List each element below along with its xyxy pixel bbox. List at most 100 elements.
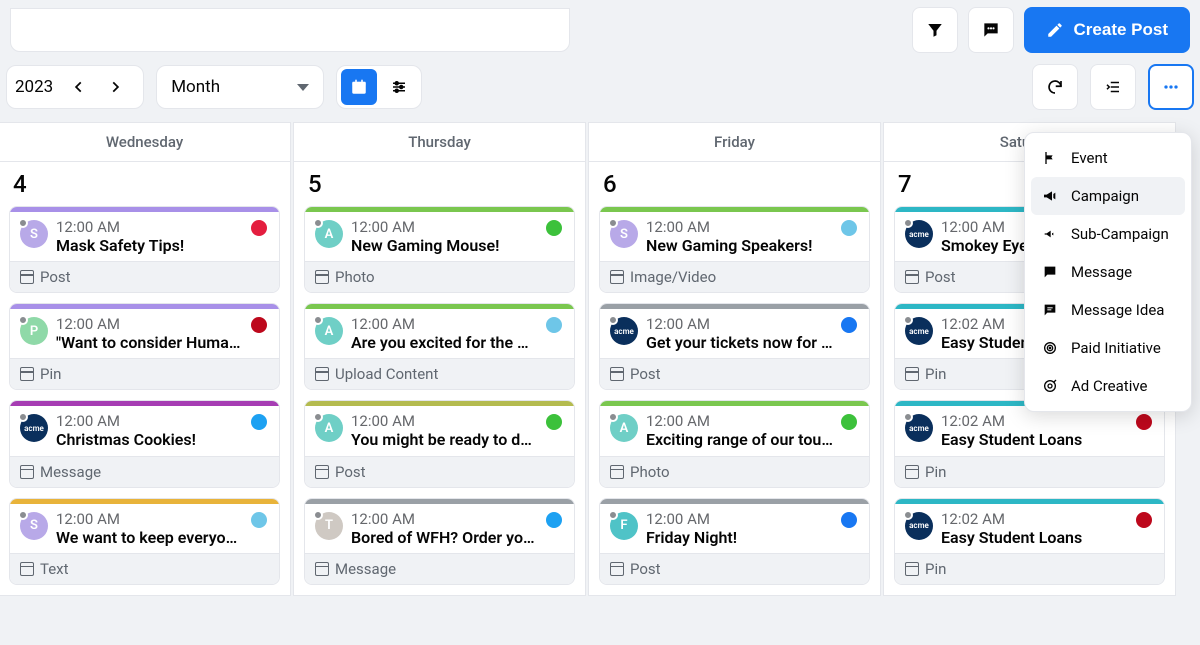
card-title: Easy Student Loans <box>941 528 1128 547</box>
day-column: Thursday5A12:00 AMNew Gaming Mouse!Photo… <box>293 122 586 596</box>
card-footer-label: Post <box>925 268 956 286</box>
card-footer-label: Photo <box>335 268 375 286</box>
status-dot <box>903 315 913 325</box>
prev-button[interactable] <box>61 69 97 105</box>
post-card[interactable]: S12:00 AMMask Safety Tips!Post <box>9 206 280 293</box>
filter-button[interactable] <box>912 7 958 53</box>
avatar: A <box>315 220 343 248</box>
layout-toggle <box>336 65 422 109</box>
menu-item-label: Message <box>1071 263 1132 281</box>
at-target-icon <box>1041 377 1059 395</box>
card-time: 12:00 AM <box>351 510 538 528</box>
menu-item-sub-campaign[interactable]: Sub-Campaign <box>1031 215 1185 253</box>
post-card[interactable]: T12:00 AMBored of WFH? Order your f…Mess… <box>304 498 575 585</box>
card-footer-label: Image/Video <box>630 268 716 286</box>
avatar: P <box>20 317 48 345</box>
chat-icon <box>981 20 1001 40</box>
list-view-button[interactable] <box>381 69 417 105</box>
content-type-icon <box>610 465 624 479</box>
card-footer-label: Post <box>630 560 661 578</box>
status-dot <box>313 510 323 520</box>
megaphone-icon <box>1041 187 1059 205</box>
day-number: 6 <box>589 162 880 206</box>
indent-button[interactable] <box>1090 64 1136 110</box>
card-time: 12:00 AM <box>351 412 538 430</box>
card-title: Bored of WFH? Order your f… <box>351 528 538 547</box>
post-card[interactable]: A12:00 AMNew Gaming Mouse!Photo <box>304 206 575 293</box>
post-card[interactable]: S12:00 AMNew Gaming Speakers!Image/Video <box>599 206 870 293</box>
network-badge-icon <box>546 317 562 333</box>
menu-item-message-idea[interactable]: Message Idea <box>1031 291 1185 329</box>
card-time: 12:00 AM <box>646 218 833 236</box>
card-footer-label: Message <box>335 560 396 578</box>
date-nav: 2023 <box>6 65 144 109</box>
menu-item-event[interactable]: Event <box>1031 139 1185 177</box>
network-badge-icon <box>546 512 562 528</box>
post-card[interactable]: A12:00 AMAre you excited for the US …Upl… <box>304 303 575 390</box>
card-title: We want to keep everyone … <box>56 528 243 547</box>
avatar: acme <box>905 414 933 442</box>
card-time: 12:00 AM <box>646 510 833 528</box>
status-dot <box>608 218 618 228</box>
next-button[interactable] <box>97 69 133 105</box>
status-dot <box>313 412 323 422</box>
avatar: F <box>610 512 638 540</box>
avatar: A <box>315 414 343 442</box>
post-card[interactable]: A12:00 AMExciting range of our touch …Ph… <box>599 400 870 487</box>
card-footer: Post <box>600 553 869 584</box>
day-number: 4 <box>0 162 290 206</box>
post-card[interactable]: S12:00 AMWe want to keep everyone …Text <box>9 498 280 585</box>
target-icon <box>1041 339 1059 357</box>
card-footer-label: Upload Content <box>335 365 438 383</box>
top-bar: Create Post <box>0 0 1200 60</box>
year-label: 2023 <box>15 77 61 97</box>
card-footer: Photo <box>600 456 869 487</box>
card-time: 12:00 AM <box>646 412 833 430</box>
menu-item-campaign[interactable]: Campaign <box>1031 177 1185 215</box>
card-footer: Post <box>10 261 279 292</box>
avatar: A <box>610 414 638 442</box>
create-post-button[interactable]: Create Post <box>1024 7 1190 53</box>
calendar-view-button[interactable] <box>341 69 377 105</box>
menu-item-label: Message Idea <box>1071 301 1164 319</box>
menu-item-paid-initiative[interactable]: Paid Initiative <box>1031 329 1185 367</box>
post-card[interactable]: acme12:00 AMGet your tickets now for thi… <box>599 303 870 390</box>
card-title: Mask Safety Tips! <box>56 236 243 255</box>
day-number: 5 <box>294 162 585 206</box>
card-footer-label: Text <box>40 560 69 578</box>
message-idea-icon <box>1041 301 1059 319</box>
more-dropdown: EventCampaignSub-Campaign Message Message … <box>1024 132 1192 412</box>
refresh-icon <box>1046 78 1064 96</box>
post-card[interactable]: A12:00 AMYou might be ready to dust …Pos… <box>304 400 575 487</box>
card-footer-label: Pin <box>925 560 946 578</box>
menu-item-ad-creative[interactable]: Ad Creative <box>1031 367 1185 405</box>
post-card[interactable]: P12:00 AM"Want to consider Human R…Pin <box>9 303 280 390</box>
card-footer: Text <box>10 553 279 584</box>
network-badge-icon <box>251 317 267 333</box>
card-time: 12:00 AM <box>56 218 243 236</box>
content-type-icon <box>905 562 919 576</box>
view-select[interactable]: Month <box>156 65 324 109</box>
refresh-button[interactable] <box>1032 64 1078 110</box>
menu-item-message[interactable]: Message <box>1031 253 1185 291</box>
more-button[interactable] <box>1148 64 1194 110</box>
search-input[interactable] <box>10 8 570 52</box>
sliders-icon <box>390 78 408 96</box>
post-card[interactable]: F12:00 AMFriday Night!Post <box>599 498 870 585</box>
content-type-icon <box>20 465 34 479</box>
network-badge-icon <box>841 414 857 430</box>
card-title: Get your tickets now for thi… <box>646 333 833 352</box>
post-card[interactable]: acme12:00 AMChristmas Cookies!Message <box>9 400 280 487</box>
post-card[interactable]: acme12:02 AMEasy Student LoansPin <box>894 498 1165 585</box>
network-badge-icon <box>1136 512 1152 528</box>
network-badge-icon <box>841 220 857 236</box>
content-type-icon <box>20 562 34 576</box>
indent-icon <box>1104 78 1122 96</box>
card-footer-label: Post <box>40 268 71 286</box>
card-time: 12:00 AM <box>646 315 833 333</box>
chat-button[interactable] <box>968 7 1014 53</box>
post-card[interactable]: acme12:02 AMEasy Student LoansPin <box>894 400 1165 487</box>
funnel-icon <box>926 21 944 39</box>
card-footer: Pin <box>895 553 1164 584</box>
cards-list: S12:00 AMMask Safety Tips!PostP12:00 AM"… <box>0 206 290 595</box>
